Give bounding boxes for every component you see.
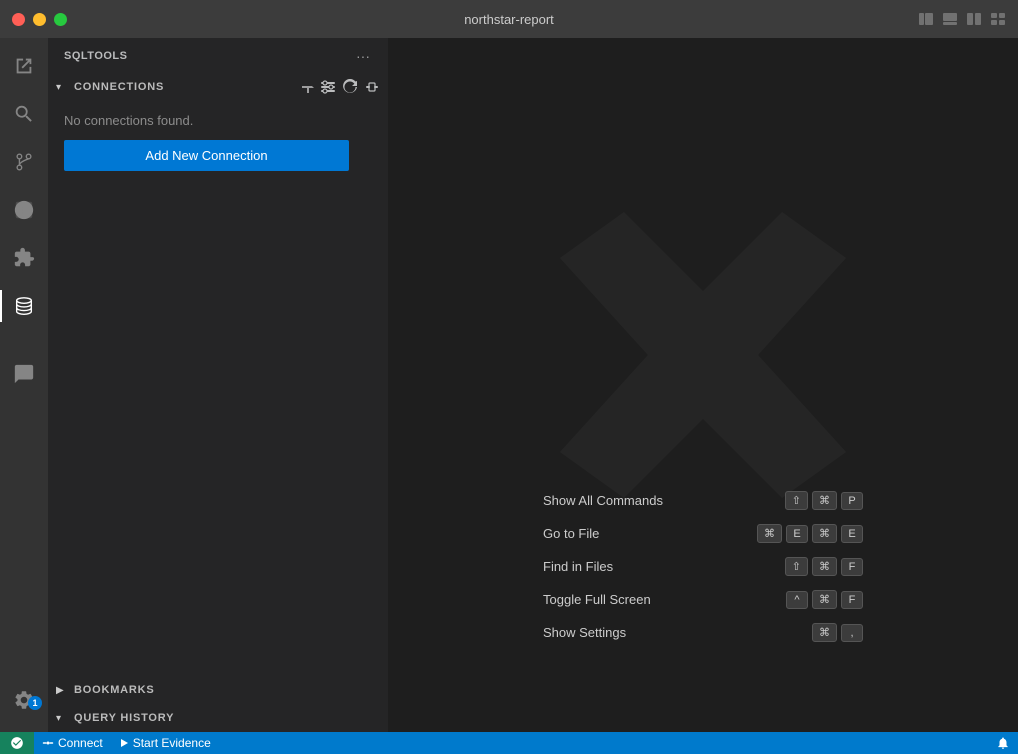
settings-badge: 1	[28, 696, 42, 710]
sidebar-spacer	[48, 175, 388, 672]
shortcut-go-to-file-label: Go to File	[543, 526, 599, 541]
vscode-logo-watermark	[543, 195, 863, 515]
shortcut-find-in-files: Find in Files ⇧ ⌘ F	[543, 557, 863, 576]
shortcut-toggle-full-screen: Toggle Full Screen ^ ⌘ F	[543, 590, 863, 609]
activity-item-database[interactable]	[0, 282, 48, 330]
window-controls	[12, 13, 67, 26]
key-f: F	[841, 558, 863, 576]
key-cmd: ⌘	[812, 491, 837, 510]
notifications-icon	[996, 736, 1010, 750]
shortcut-show-all-commands-label: Show All Commands	[543, 493, 663, 508]
play-icon	[119, 738, 129, 748]
window-title: northstar-report	[464, 12, 554, 27]
activity-item-extensions[interactable]	[0, 234, 48, 282]
connections-toolbar	[298, 79, 380, 95]
query-history-section-header[interactable]: ▾ QUERY HISTORY	[48, 704, 388, 732]
maximize-button[interactable]	[54, 13, 67, 26]
sidebar-panel-header: SQLTOOLS ···	[48, 38, 388, 73]
status-bar-right	[988, 736, 1018, 750]
status-remote-item[interactable]	[0, 732, 34, 754]
bookmarks-chevron-icon: ▶	[56, 685, 70, 696]
sidebar: SQLTOOLS ··· ▾ CONNECTIONS	[48, 38, 388, 732]
connect-icon	[42, 737, 54, 749]
key-cmd3: ⌘	[812, 557, 837, 576]
activity-item-run-debug[interactable]	[0, 186, 48, 234]
activity-item-chat[interactable]	[0, 350, 48, 398]
new-connection-icon[interactable]	[298, 79, 314, 95]
key-ctrl: ^	[786, 591, 808, 609]
key-shift2: ⇧	[785, 557, 808, 576]
status-bar-left: Connect Start Evidence	[0, 732, 219, 754]
shortcut-go-to-file: Go to File ⌘ E ⌘ E	[543, 524, 863, 543]
bookmarks-section-label: BOOKMARKS	[74, 684, 155, 696]
activity-item-settings[interactable]: 1	[0, 676, 48, 724]
query-history-chevron-icon: ▾	[56, 713, 70, 724]
activity-item-source-control[interactable]	[0, 138, 48, 186]
remote-icon	[10, 736, 24, 750]
query-history-section: ▾ QUERY HISTORY	[48, 704, 388, 732]
start-evidence-label: Start Evidence	[133, 736, 211, 750]
connections-chevron-icon: ▾	[56, 82, 70, 93]
status-connect-item[interactable]: Connect	[34, 732, 111, 754]
key-comma: ,	[841, 624, 863, 642]
close-button[interactable]	[12, 13, 25, 26]
shortcut-find-in-files-keys: ⇧ ⌘ F	[785, 557, 863, 576]
no-connections-label: No connections found.	[64, 105, 372, 140]
title-bar: northstar-report	[0, 0, 1018, 38]
shortcut-toggle-full-screen-keys: ^ ⌘ F	[786, 590, 863, 609]
sidebar-toggle-icon[interactable]	[918, 11, 934, 27]
shortcut-show-settings-label: Show Settings	[543, 625, 626, 640]
key-p: P	[841, 492, 863, 510]
connections-section-header[interactable]: ▾ CONNECTIONS	[48, 73, 388, 101]
connect-label: Connect	[58, 736, 103, 750]
shortcut-show-all-commands-keys: ⇧ ⌘ P	[785, 491, 863, 510]
minimize-button[interactable]	[33, 13, 46, 26]
sidebar-panel-title: SQLTOOLS	[64, 50, 128, 62]
panel-toggle-icon[interactable]	[942, 11, 958, 27]
shortcuts-container: Show All Commands ⇧ ⌘ P Go to File ⌘ E ⌘…	[543, 491, 863, 642]
shortcut-toggle-full-screen-label: Toggle Full Screen	[543, 592, 651, 607]
key-f2: F	[841, 591, 863, 609]
activity-bar: 1	[0, 38, 48, 732]
add-new-connection-button[interactable]: Add New Connection	[64, 140, 349, 171]
activity-item-explorer[interactable]	[0, 42, 48, 90]
connections-content: No connections found. Add New Connection	[48, 101, 388, 175]
bookmarks-section: ▶ BOOKMARKS	[48, 676, 388, 704]
connection-settings-icon[interactable]	[320, 79, 336, 95]
activity-item-search[interactable]	[0, 90, 48, 138]
activity-bar-bottom: 1	[0, 676, 48, 732]
key-cmd4: ⌘	[812, 590, 837, 609]
status-bar: Connect Start Evidence	[0, 732, 1018, 754]
key-cmd1: ⌘	[757, 524, 782, 543]
bookmarks-section-header[interactable]: ▶ BOOKMARKS	[48, 676, 388, 704]
connections-section-label: CONNECTIONS	[74, 81, 164, 93]
key-e2: E	[841, 525, 863, 543]
query-history-section-label: QUERY HISTORY	[74, 712, 174, 724]
customize-layout-icon[interactable]	[990, 11, 1006, 27]
status-start-evidence-item[interactable]: Start Evidence	[111, 732, 219, 754]
title-bar-right-icons	[918, 11, 1006, 27]
shortcut-find-in-files-label: Find in Files	[543, 559, 613, 574]
key-e1: E	[786, 525, 808, 543]
status-notifications-item[interactable]	[988, 736, 1018, 750]
shortcut-show-settings-keys: ⌘ ,	[812, 623, 863, 642]
shortcut-show-all-commands: Show All Commands ⇧ ⌘ P	[543, 491, 863, 510]
editor-layout-icon[interactable]	[966, 11, 982, 27]
editor-area: Show All Commands ⇧ ⌘ P Go to File ⌘ E ⌘…	[388, 38, 1018, 732]
key-cmd2: ⌘	[812, 524, 837, 543]
disconnect-all-icon[interactable]	[364, 79, 380, 95]
sidebar-header-actions: ···	[354, 46, 372, 66]
connections-section: ▾ CONNECTIONS	[48, 73, 388, 175]
main-content: 1 SQLTOOLS ··· ▾ CONNECTIONS	[0, 38, 1018, 732]
refresh-connections-icon[interactable]	[342, 79, 358, 95]
shortcut-show-settings: Show Settings ⌘ ,	[543, 623, 863, 642]
shortcut-go-to-file-keys: ⌘ E ⌘ E	[757, 524, 863, 543]
key-cmd5: ⌘	[812, 623, 837, 642]
key-shift: ⇧	[785, 491, 808, 510]
more-actions-icon[interactable]: ···	[354, 46, 372, 66]
